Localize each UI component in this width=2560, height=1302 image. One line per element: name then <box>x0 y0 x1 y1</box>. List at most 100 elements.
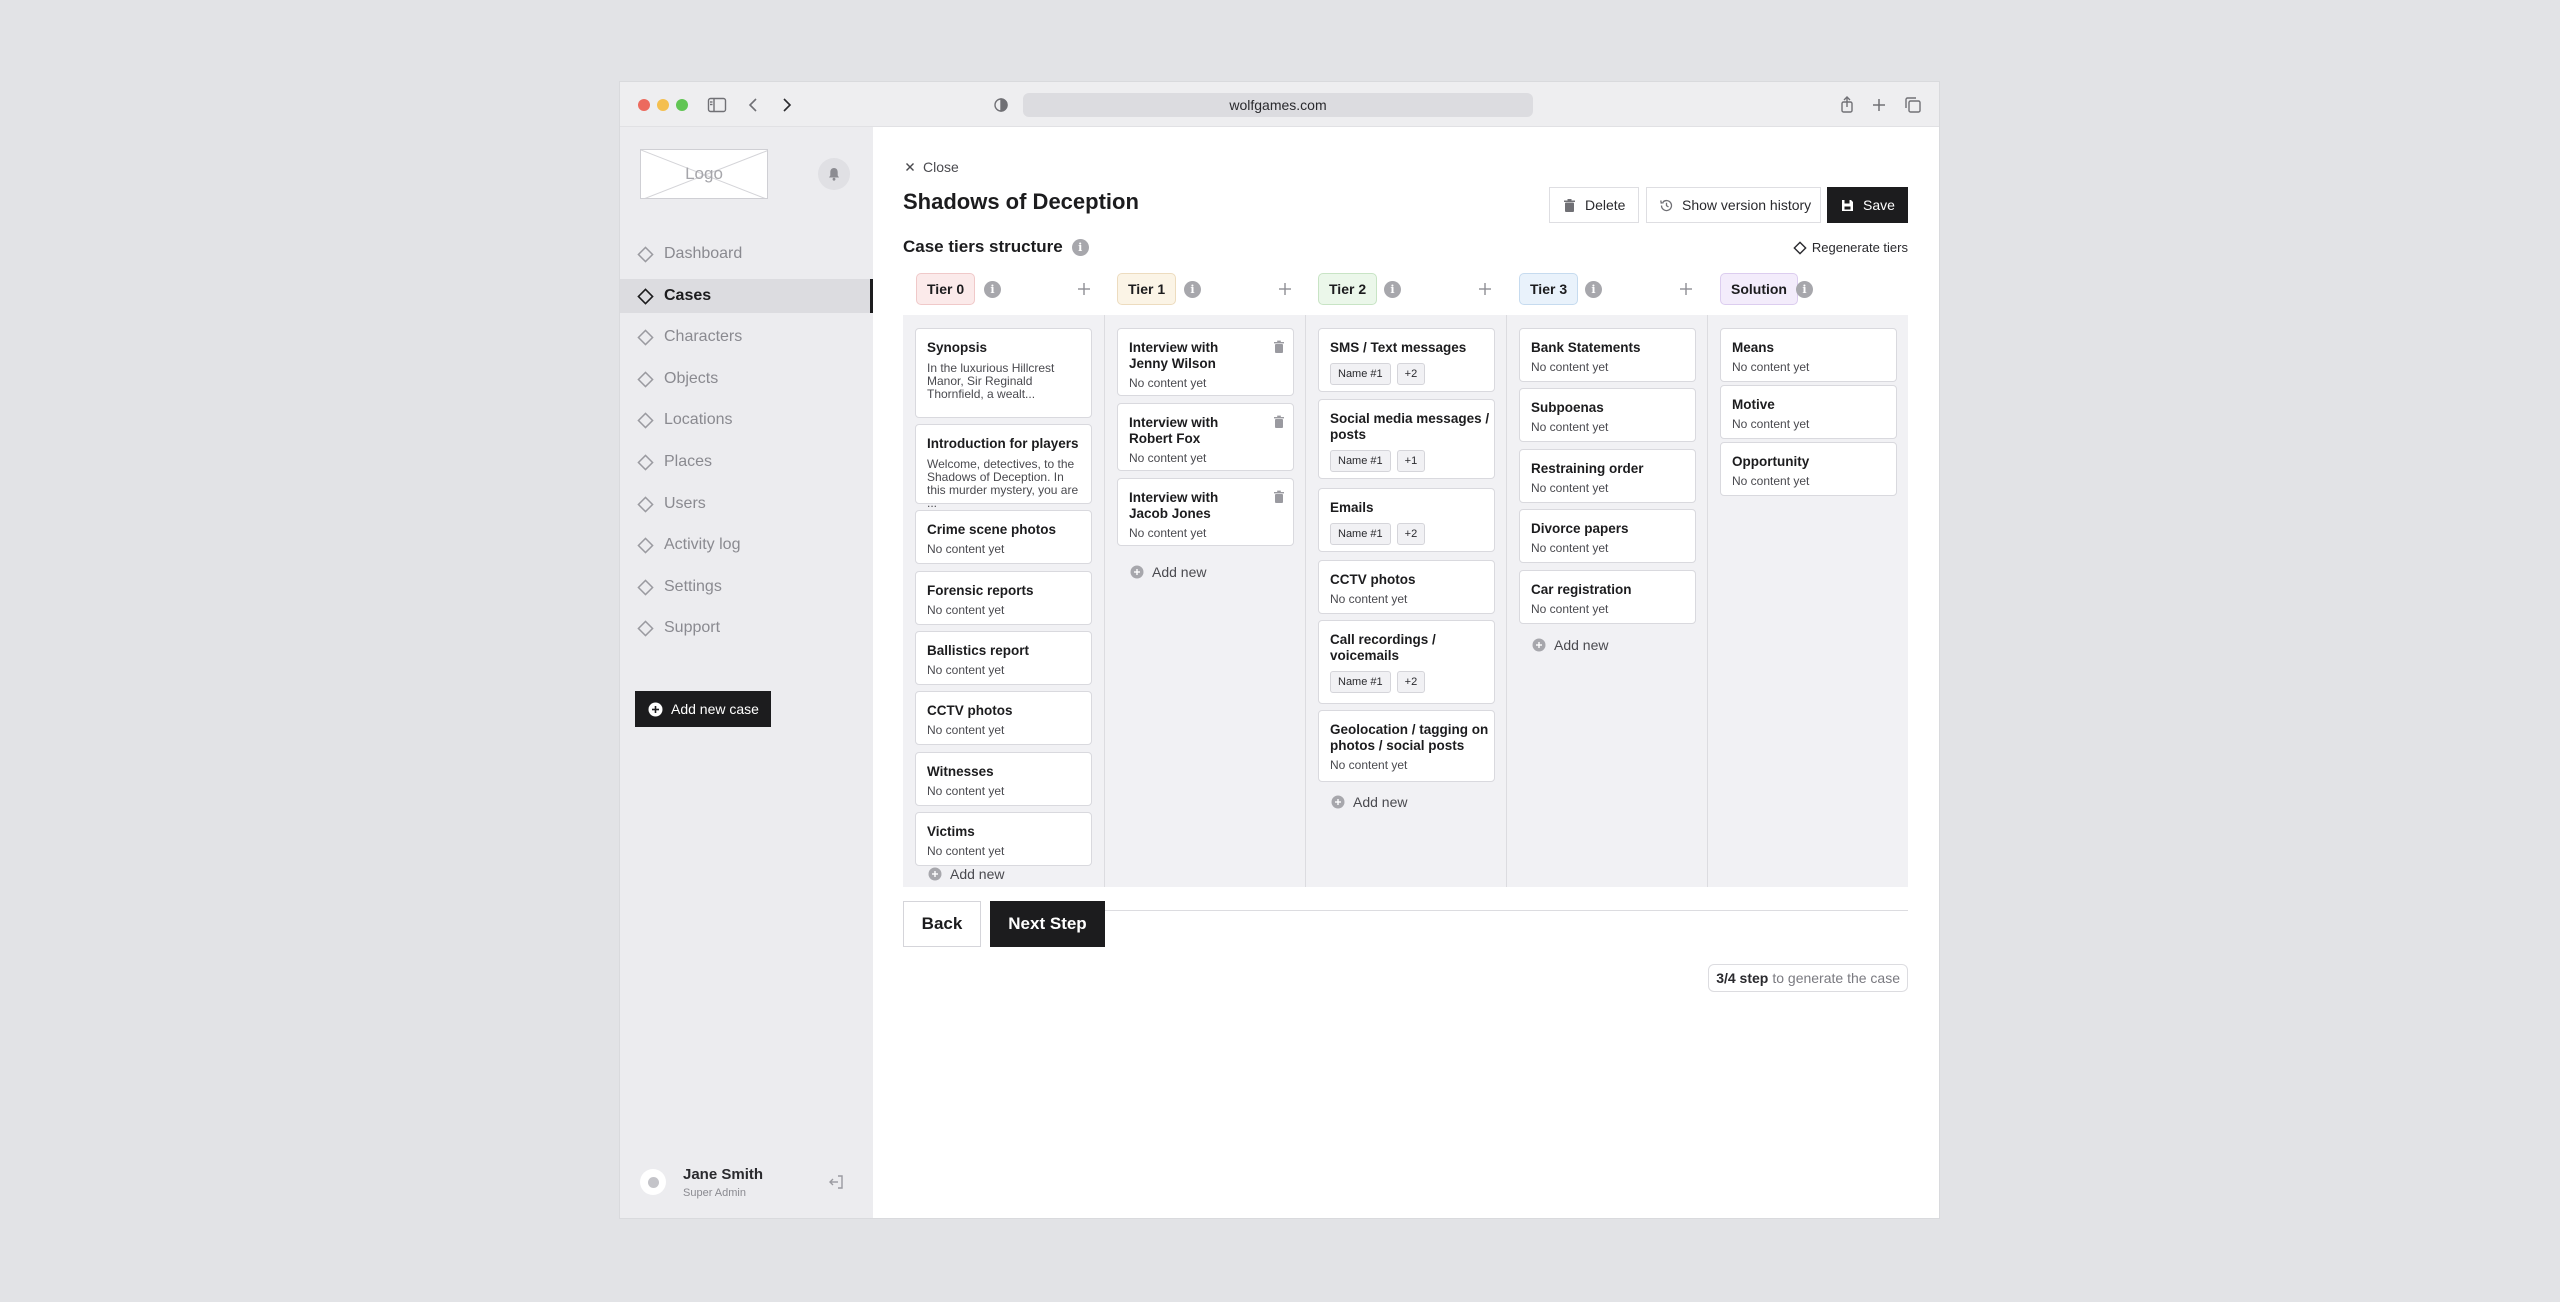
card-car-registration[interactable]: Car registration No content yet <box>1519 570 1696 624</box>
back-button[interactable]: Back <box>903 901 981 947</box>
name-chip[interactable]: Name #1 <box>1330 450 1391 472</box>
card-introduction[interactable]: Introduction for players Welcome, detect… <box>915 424 1092 510</box>
add-new-button[interactable]: Add new <box>1532 637 1608 653</box>
next-step-button[interactable]: Next Step <box>990 901 1105 947</box>
card-title: SMS / Text messages <box>1330 340 1467 355</box>
card-restraining-order[interactable]: Restraining order No content yet <box>1519 449 1696 503</box>
card-means[interactable]: Means No content yet <box>1720 328 1897 382</box>
card-opportunity[interactable]: Opportunity No content yet <box>1720 442 1897 496</box>
share-icon[interactable] <box>1836 94 1858 116</box>
card-title: Interview with Jacob Jones <box>1129 490 1219 521</box>
card-cctv-photos[interactable]: CCTV photos No content yet <box>1318 560 1495 614</box>
name-chip[interactable]: Name #1 <box>1330 523 1391 545</box>
show-version-history-button[interactable]: Show version history <box>1646 187 1821 223</box>
card-crime-scene-photos[interactable]: Crime scene photos No content yet <box>915 510 1092 564</box>
sidebar-item-dashboard[interactable]: Dashboard <box>620 237 873 271</box>
trash-icon[interactable] <box>1273 340 1285 353</box>
delete-button[interactable]: Delete <box>1549 187 1639 223</box>
card-ballistics-report[interactable]: Ballistics report No content yet <box>915 631 1092 685</box>
card-social-media-messages[interactable]: Social media messages / posts Name #1 +1 <box>1318 399 1495 479</box>
save-button[interactable]: Save <box>1827 187 1908 223</box>
back-arrow-icon[interactable] <box>743 94 765 116</box>
card-text: No content yet <box>1531 602 1609 616</box>
info-icon[interactable]: i <box>1585 281 1602 298</box>
add-card-plus-icon[interactable] <box>1275 279 1295 299</box>
card-interview-jenny-wilson[interactable]: Interview with Jenny Wilson No content y… <box>1117 328 1294 396</box>
card-call-recordings[interactable]: Call recordings / voicemails Name #1 +2 <box>1318 620 1495 704</box>
card-text: No content yet <box>927 844 1005 858</box>
address-bar[interactable]: wolfgames.com <box>1023 93 1533 117</box>
card-text: No content yet <box>1330 758 1408 772</box>
logout-icon[interactable] <box>827 1173 845 1191</box>
add-new-button[interactable]: Add new <box>1130 564 1206 580</box>
logo[interactable]: Logo <box>640 149 768 199</box>
diamond-icon <box>637 620 654 637</box>
card-synopsis[interactable]: Synopsis In the luxurious Hillcrest Mano… <box>915 328 1092 418</box>
sidebar-item-objects[interactable]: Objects <box>620 362 873 396</box>
card-text: No content yet <box>1129 376 1207 390</box>
sidebar-item-label: Users <box>664 494 706 512</box>
card-forensic-reports[interactable]: Forensic reports No content yet <box>915 571 1092 625</box>
card-title: Introduction for players <box>927 436 1079 451</box>
sidebar-item-places[interactable]: Places <box>620 445 873 479</box>
add-new-case-button[interactable]: Add new case <box>635 691 771 727</box>
info-icon[interactable]: i <box>1184 281 1201 298</box>
close-label: Close <box>923 159 959 175</box>
maximize-window-dot[interactable] <box>676 99 688 111</box>
add-card-plus-icon[interactable] <box>1475 279 1495 299</box>
card-emails[interactable]: Emails Name #1 +2 <box>1318 488 1495 552</box>
card-bank-statements[interactable]: Bank Statements No content yet <box>1519 328 1696 382</box>
sidebar-toggle-icon[interactable] <box>706 94 728 116</box>
card-interview-jacob-jones[interactable]: Interview with Jacob Jones No content ye… <box>1117 478 1294 546</box>
trash-icon[interactable] <box>1273 490 1285 503</box>
name-chip[interactable]: Name #1 <box>1330 363 1391 385</box>
minimize-window-dot[interactable] <box>657 99 669 111</box>
sidebar-item-activity-log[interactable]: Activity log <box>620 528 873 562</box>
notification-bell-icon[interactable] <box>818 158 850 190</box>
add-new-case-label: Add new case <box>671 701 759 717</box>
card-title: Witnesses <box>927 764 994 779</box>
sidebar-item-support[interactable]: Support <box>620 611 873 645</box>
add-new-button[interactable]: Add new <box>1331 794 1407 810</box>
info-icon[interactable]: i <box>1384 281 1401 298</box>
info-icon[interactable]: i <box>1796 281 1813 298</box>
card-subpoenas[interactable]: Subpoenas No content yet <box>1519 388 1696 442</box>
sidebar-item-users[interactable]: Users <box>620 487 873 521</box>
sidebar-item-characters[interactable]: Characters <box>620 320 873 354</box>
close-button[interactable]: Close <box>903 159 959 175</box>
regenerate-tiers-button[interactable]: Regenerate tiers <box>1793 240 1908 255</box>
card-sms-text-messages[interactable]: SMS / Text messages Name #1 +2 <box>1318 328 1495 392</box>
info-icon[interactable]: i <box>984 281 1001 298</box>
sidebar-item-locations[interactable]: Locations <box>620 403 873 437</box>
card-geolocation-tagging[interactable]: Geolocation / tagging on photos / social… <box>1318 710 1495 782</box>
card-victims[interactable]: Victims No content yet <box>915 812 1092 866</box>
trash-icon[interactable] <box>1273 415 1285 428</box>
user-profile[interactable]: Jane Smith Super Admin <box>640 1163 855 1203</box>
more-chip[interactable]: +2 <box>1396 671 1426 693</box>
browser-window: wolfgames.com Logo Dashboard Cases Chara… <box>620 82 1939 1218</box>
add-card-plus-icon[interactable] <box>1676 279 1696 299</box>
name-chip[interactable]: Name #1 <box>1330 671 1391 693</box>
save-icon <box>1842 200 1853 211</box>
card-divorce-papers[interactable]: Divorce papers No content yet <box>1519 509 1696 563</box>
sidebar-item-cases[interactable]: Cases <box>620 278 873 313</box>
tier-2-tag: Tier 2 <box>1318 273 1378 305</box>
card-motive[interactable]: Motive No content yet <box>1720 385 1897 439</box>
close-window-dot[interactable] <box>638 99 650 111</box>
more-chip[interactable]: +2 <box>1396 363 1426 385</box>
tab-overview-icon[interactable] <box>1902 94 1924 116</box>
add-new-button[interactable]: Add new <box>928 866 1004 882</box>
privacy-shield-icon[interactable] <box>990 94 1012 116</box>
info-icon[interactable]: i <box>1071 238 1089 256</box>
sidebar-item-settings[interactable]: Settings <box>620 570 873 604</box>
forward-arrow-icon[interactable] <box>775 94 797 116</box>
card-interview-robert-fox[interactable]: Interview with Robert Fox No content yet <box>1117 403 1294 471</box>
new-tab-icon[interactable] <box>1868 94 1890 116</box>
card-title: Bank Statements <box>1531 340 1641 355</box>
card-title: CCTV photos <box>927 703 1013 718</box>
more-chip[interactable]: +1 <box>1396 450 1426 472</box>
more-chip[interactable]: +2 <box>1396 523 1426 545</box>
card-cctv-photos[interactable]: CCTV photos No content yet <box>915 691 1092 745</box>
add-card-plus-icon[interactable] <box>1074 279 1094 299</box>
card-witnesses[interactable]: Witnesses No content yet <box>915 752 1092 806</box>
